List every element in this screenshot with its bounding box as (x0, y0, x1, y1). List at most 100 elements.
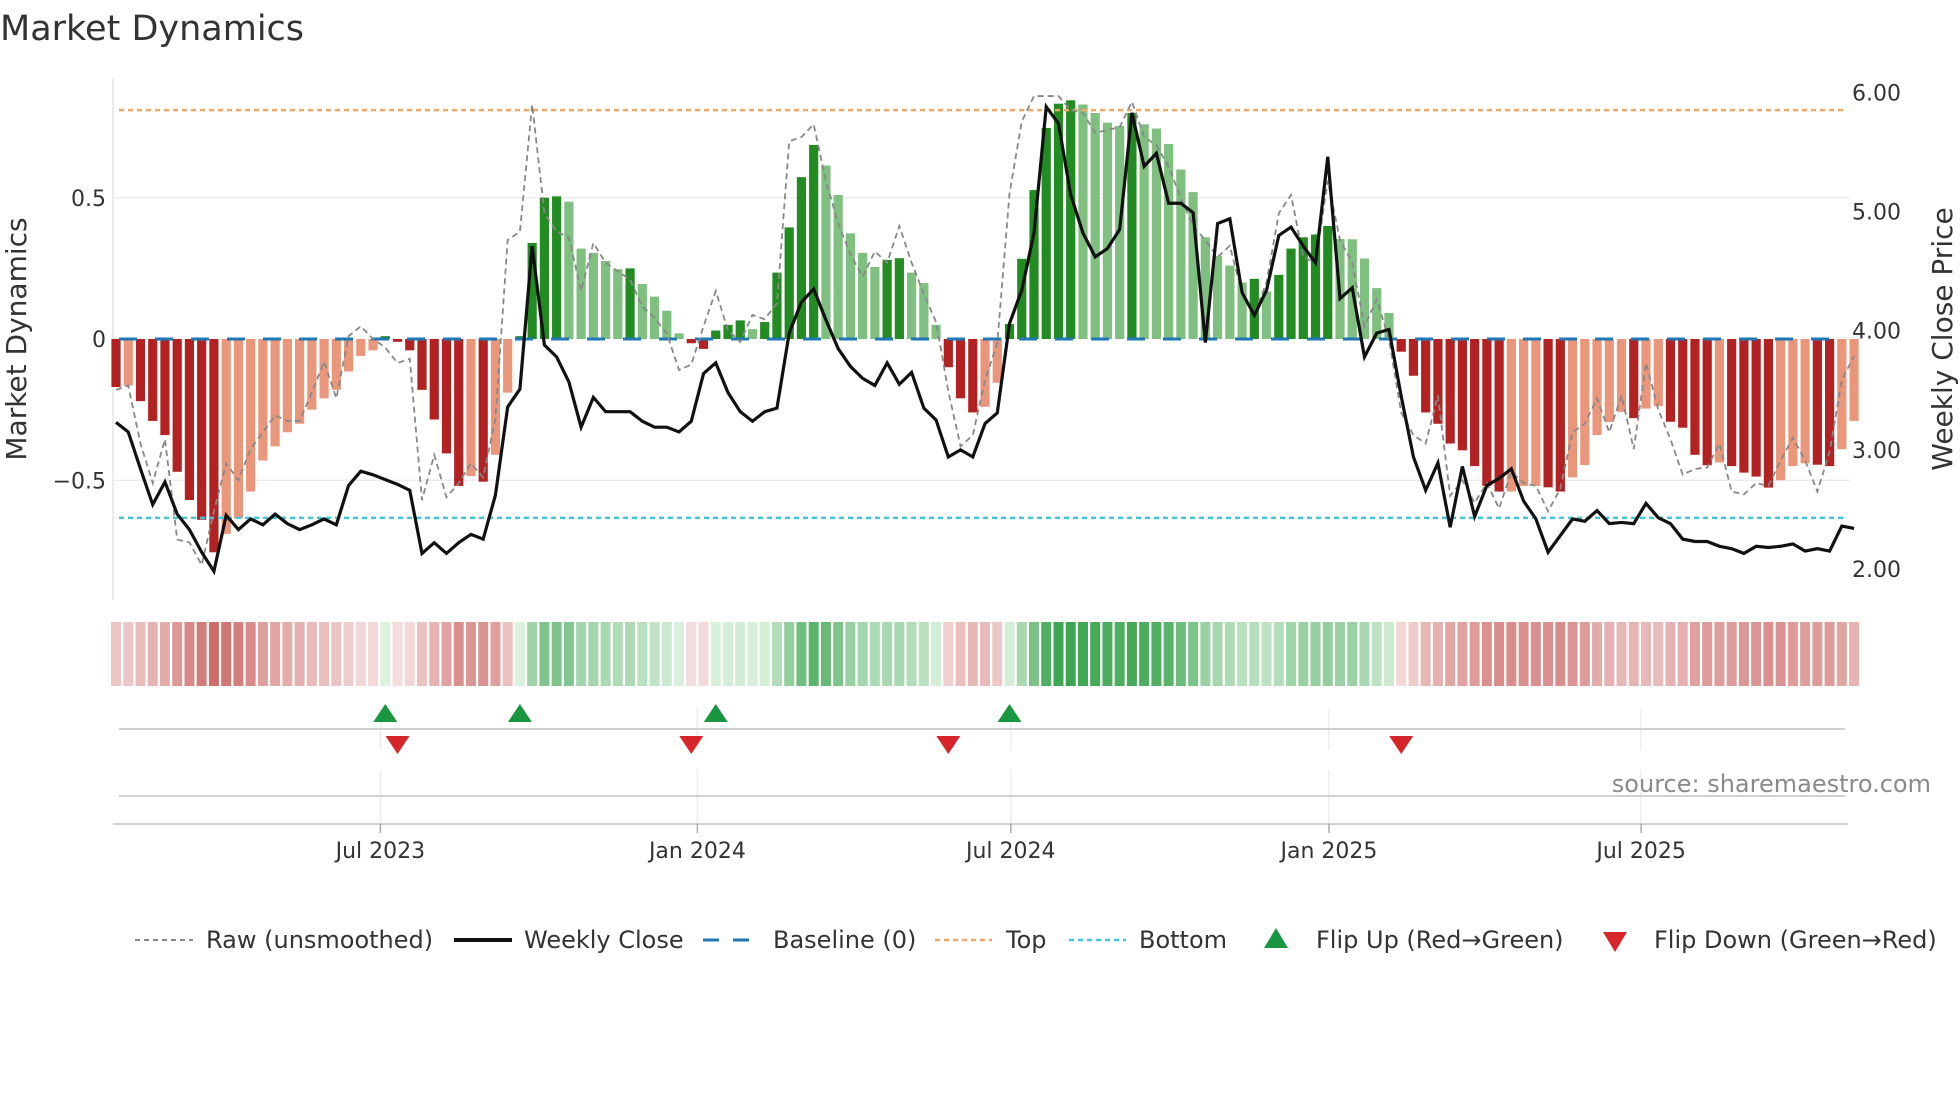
legend-item-baseline: Baseline (0) (703, 926, 916, 954)
market-dynamics-chart: Market Dynamics 0.5 0 −0.5 6.00 5.00 4.00 3.0… (0, 9, 1959, 954)
strip-cell-week-57 (796, 622, 807, 686)
bar-week-32 (490, 339, 501, 455)
bar-week-40 (588, 252, 598, 339)
left-tick-label: 0 (92, 328, 106, 353)
flip-up-marker (703, 704, 728, 722)
bar-week-70 (955, 339, 966, 399)
bar-week-116 (1519, 339, 1529, 486)
bar-week-8 (197, 339, 207, 520)
bar-week-120 (1567, 339, 1578, 478)
strip-cell-week-96 (1273, 622, 1284, 686)
bar-week-62 (858, 252, 868, 339)
bar-week-138 (1788, 339, 1798, 467)
flip-down-marker (679, 736, 704, 754)
strip-cell-week-135 (1751, 622, 1762, 686)
strip-cell-week-69 (943, 622, 954, 686)
bar-week-54 (760, 322, 770, 339)
bar-week-11 (233, 339, 243, 519)
strip-cell-week-126 (1641, 622, 1651, 686)
strip-cell-week-95 (1261, 622, 1272, 686)
strip-cell-week-132 (1714, 622, 1725, 686)
strip-cell-week-3 (135, 622, 146, 686)
legend: Raw (unsmoothed) Weekly Close Baseline (… (135, 926, 1937, 954)
bar-week-53 (747, 329, 758, 339)
bar-week-24 (392, 339, 403, 342)
strip-cell-week-41 (600, 622, 611, 686)
strip-cell-week-6 (172, 622, 183, 686)
strip-cell-week-122 (1592, 622, 1603, 686)
bar-week-124 (1616, 339, 1627, 412)
strip-cell-week-44 (637, 622, 648, 686)
strip-cell-week-86 (1151, 622, 1162, 686)
bar-week-137 (1776, 339, 1786, 481)
bar-week-81 (1090, 113, 1100, 339)
strip-cell-week-141 (1824, 622, 1835, 686)
bar-week-69 (943, 339, 953, 368)
strip-cell-week-19 (331, 622, 342, 686)
x-tick-label: Jan 2025 (1279, 839, 1378, 864)
bar-week-57 (796, 177, 807, 339)
strip-cell-week-78 (1053, 622, 1064, 686)
strip-cell-week-39 (576, 622, 587, 686)
right-tick-label: 2.00 (1852, 558, 1901, 583)
strip-cell-week-94 (1249, 622, 1260, 686)
bar-week-22 (368, 339, 378, 351)
strip-cell-week-67 (918, 622, 929, 686)
bar-week-130 (1690, 339, 1700, 455)
strip-cell-week-11 (233, 622, 244, 686)
bar-week-79 (1066, 100, 1076, 339)
raw-unsmoothed-line (115, 95, 1855, 568)
strip-cell-week-73 (992, 622, 1003, 686)
strip-cell-week-61 (845, 622, 856, 686)
bar-week-26 (417, 339, 427, 390)
bar-week-121 (1580, 339, 1590, 465)
strip-cell-week-47 (674, 622, 685, 686)
left-axis-ticks: 0.5 0 −0.5 (53, 187, 106, 495)
strip-cell-week-111 (1457, 622, 1468, 686)
bar-week-3 (135, 339, 146, 402)
source-label: source: sharemaestro.com (1612, 770, 1931, 798)
strip-cell-week-59 (820, 622, 831, 686)
strip-cell-week-128 (1665, 622, 1676, 686)
legend-item-close: Weekly Close (454, 926, 684, 954)
bar-week-25 (405, 339, 415, 351)
strip-cell-week-106 (1396, 622, 1407, 686)
flip-up-marker (373, 704, 398, 722)
line-series (115, 95, 1855, 576)
bar-week-55 (772, 272, 782, 339)
strip-cell-week-37 (551, 622, 562, 686)
strip-cell-week-119 (1555, 622, 1566, 686)
strip-cell-week-56 (784, 622, 795, 686)
strip-cell-week-72 (980, 622, 991, 686)
strip-cell-week-35 (527, 622, 538, 686)
left-tick-label: 0.5 (71, 187, 106, 212)
strip-cell-week-104 (1371, 622, 1382, 686)
bar-week-136 (1763, 339, 1773, 488)
strip-cell-week-81 (1090, 622, 1101, 686)
bar-week-7 (184, 339, 195, 501)
strip-cell-week-116 (1518, 622, 1529, 686)
bar-week-119 (1555, 339, 1565, 492)
strip-cell-week-83 (1114, 622, 1125, 686)
strip-cell-week-14 (270, 622, 281, 686)
bar-week-139 (1800, 339, 1810, 464)
strip-cell-week-140 (1812, 622, 1823, 686)
legend-close-label: Weekly Close (524, 926, 684, 954)
legend-raw-label: Raw (unsmoothed) (206, 926, 433, 954)
bar-week-88 (1176, 169, 1186, 339)
strip-cell-week-88 (1175, 622, 1186, 686)
bar-week-21 (356, 339, 366, 356)
strip-cell-week-92 (1224, 622, 1235, 686)
bar-week-9 (209, 339, 219, 553)
strip-cell-week-65 (894, 622, 905, 686)
strip-cell-week-62 (857, 622, 868, 686)
strip-cell-week-42 (612, 622, 623, 686)
strip-cell-week-48 (686, 622, 697, 686)
strip-cell-week-46 (661, 622, 672, 686)
bar-week-39 (576, 248, 586, 339)
bar-week-96 (1274, 274, 1284, 339)
right-tick-label: 5.00 (1852, 201, 1901, 226)
bar-week-66 (907, 272, 917, 339)
bar-week-135 (1751, 339, 1761, 477)
strip-cell-week-98 (1298, 622, 1309, 686)
